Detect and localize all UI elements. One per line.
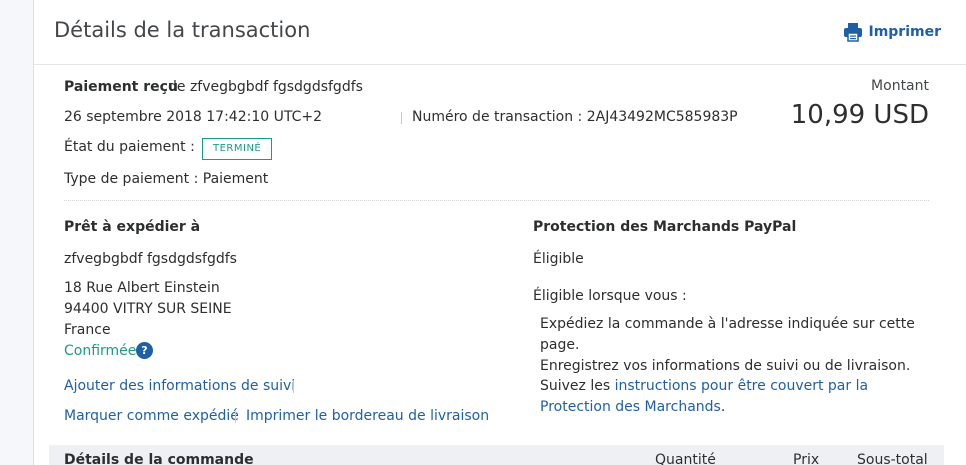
shipping-address-line1: 18 Rue Albert Einstein xyxy=(64,280,220,296)
protection-item-1-cont: page. xyxy=(540,337,580,353)
protection-condition-intro: Éligible lorsque vous : xyxy=(533,288,687,304)
amount-label: Montant xyxy=(871,78,929,94)
column-quantity: Quantité xyxy=(655,452,716,465)
protection-item-3: Suivez les instructions pour être couver… xyxy=(540,378,868,394)
column-price: Prix xyxy=(793,452,820,465)
separator xyxy=(401,112,402,124)
protection-title: Protection des Marchands PayPal xyxy=(533,219,797,235)
section-divider xyxy=(64,200,929,201)
shipping-name: zfvegbgbdf fgsdgdsfgdfs xyxy=(64,251,237,267)
separator xyxy=(293,381,294,393)
payment-state-label: État du paiement : xyxy=(64,139,195,155)
payment-datetime: 26 septembre 2018 17:42:10 UTC+2 xyxy=(64,109,322,125)
order-details-header: Détails de la commande Quantité Prix Sou… xyxy=(49,445,944,465)
print-label: Imprimer xyxy=(868,24,941,40)
column-subtotal: Sous-total xyxy=(857,452,928,465)
address-confirmed: Confirmée xyxy=(64,343,137,359)
transaction-id: Numéro de transaction : 2AJ43492MC585983… xyxy=(412,109,738,125)
order-details-title: Détails de la commande xyxy=(64,452,254,465)
protection-item-2: Enregistrez vos informations de suivi ou… xyxy=(540,358,911,374)
print-button[interactable]: Imprimer xyxy=(843,22,941,42)
page-title: Détails de la transaction xyxy=(54,18,311,42)
amount-value: 10,99 USD xyxy=(790,100,929,130)
protection-item-1: Expédiez la commande à l'adresse indiqué… xyxy=(540,316,915,332)
status-badge: TERMINÉ xyxy=(202,138,273,160)
protection-item-3-cont: Protection des Marchands. xyxy=(540,399,725,415)
payment-sender: de zfvegbgbdf fgsdgdsfgdfs xyxy=(168,79,363,95)
payment-received-label: Paiement reçu xyxy=(64,79,178,95)
protection-instructions-link[interactable]: instructions pour être couvert par la xyxy=(615,378,868,394)
shipping-country: France xyxy=(64,322,111,338)
transaction-details-panel: Détails de la transaction Imprimer Paiem… xyxy=(33,0,966,465)
shipping-title: Prêt à expédier à xyxy=(64,219,201,235)
add-tracking-link[interactable]: Ajouter des informations de suivi xyxy=(64,378,295,394)
protection-status: Éligible xyxy=(533,251,584,267)
printer-icon xyxy=(843,22,863,42)
print-shipping-label-link[interactable]: Imprimer le bordereau de livraison xyxy=(246,408,489,424)
shipping-address-line2: 94400 VITRY SUR SEINE xyxy=(64,301,232,317)
protection-item-3-prefix: Suivez les xyxy=(540,378,611,394)
panel-header: Détails de la transaction Imprimer xyxy=(34,0,966,65)
mark-shipped-link[interactable]: Marquer comme expédié xyxy=(64,408,239,424)
separator xyxy=(235,411,236,423)
protection-instructions-link-cont[interactable]: Protection des Marchands xyxy=(540,399,721,415)
help-icon[interactable]: ? xyxy=(136,342,153,359)
payment-type: Type de paiement : Paiement xyxy=(64,171,269,187)
protection-item-3-suffix: . xyxy=(720,399,726,415)
